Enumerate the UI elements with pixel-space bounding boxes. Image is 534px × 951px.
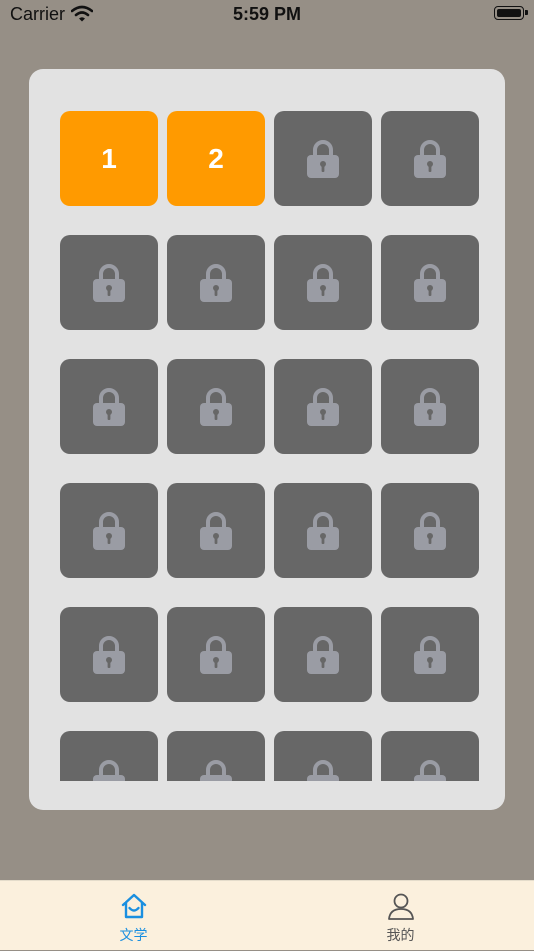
- level-scroll-area[interactable]: 12: [29, 69, 505, 781]
- lock-icon: [307, 387, 339, 426]
- level-tile-locked[interactable]: [60, 359, 158, 454]
- home-icon: [121, 893, 146, 919]
- status-bar: Carrier 5:59 PM: [0, 0, 534, 30]
- level-panel: 12: [29, 69, 505, 810]
- level-tile-locked[interactable]: [381, 359, 479, 454]
- lock-icon: [414, 511, 446, 550]
- lock-icon: [307, 263, 339, 302]
- level-tile-locked[interactable]: [274, 731, 372, 781]
- level-tile-locked[interactable]: [274, 607, 372, 702]
- level-tile-unlocked[interactable]: 2: [167, 111, 265, 206]
- lock-icon: [414, 263, 446, 302]
- lock-icon: [93, 759, 125, 781]
- lock-icon: [307, 635, 339, 674]
- lock-icon: [414, 387, 446, 426]
- lock-icon: [200, 263, 232, 302]
- level-tile-locked[interactable]: [167, 235, 265, 330]
- level-tile-locked[interactable]: [60, 235, 158, 330]
- level-tile-locked[interactable]: [381, 111, 479, 206]
- tab-literature[interactable]: 文学: [0, 881, 267, 951]
- level-tile-locked[interactable]: [274, 359, 372, 454]
- level-tile-locked[interactable]: [381, 607, 479, 702]
- lock-icon: [93, 263, 125, 302]
- lock-icon: [414, 139, 446, 178]
- lock-icon: [307, 511, 339, 550]
- lock-icon: [414, 759, 446, 781]
- level-tile-locked[interactable]: [167, 607, 265, 702]
- tab-mine-label: 我的: [386, 927, 415, 943]
- level-tile-locked[interactable]: [167, 483, 265, 578]
- lock-icon: [200, 635, 232, 674]
- tab-literature-label: 文学: [119, 927, 148, 943]
- level-tile-locked[interactable]: [60, 607, 158, 702]
- level-tile-locked[interactable]: [60, 731, 158, 781]
- level-number: 1: [101, 142, 117, 174]
- person-icon: [387, 893, 414, 920]
- lock-icon: [200, 511, 232, 550]
- level-tile-locked[interactable]: [274, 235, 372, 330]
- level-grid: 12: [60, 111, 479, 781]
- lock-icon: [200, 387, 232, 426]
- level-tile-locked[interactable]: [274, 111, 372, 206]
- level-tile-locked[interactable]: [381, 235, 479, 330]
- level-tile-locked[interactable]: [167, 359, 265, 454]
- clock: 5:59 PM: [232, 4, 302, 24]
- level-tile-locked[interactable]: [167, 731, 265, 781]
- lock-icon: [93, 387, 125, 426]
- battery-icon: [494, 6, 528, 20]
- level-tile-locked[interactable]: [274, 483, 372, 578]
- level-tile-locked[interactable]: [60, 483, 158, 578]
- lock-icon: [200, 759, 232, 781]
- lock-icon: [93, 511, 125, 550]
- lock-icon: [414, 635, 446, 674]
- lock-icon: [307, 139, 339, 178]
- level-tile-locked[interactable]: [381, 483, 479, 578]
- level-number: 2: [208, 142, 224, 174]
- tab-bar: 文学 我的: [0, 880, 534, 950]
- tab-mine[interactable]: 我的: [267, 881, 534, 951]
- lock-icon: [307, 759, 339, 781]
- level-tile-unlocked[interactable]: 1: [60, 111, 158, 206]
- lock-icon: [93, 635, 125, 674]
- level-tile-locked[interactable]: [381, 731, 479, 781]
